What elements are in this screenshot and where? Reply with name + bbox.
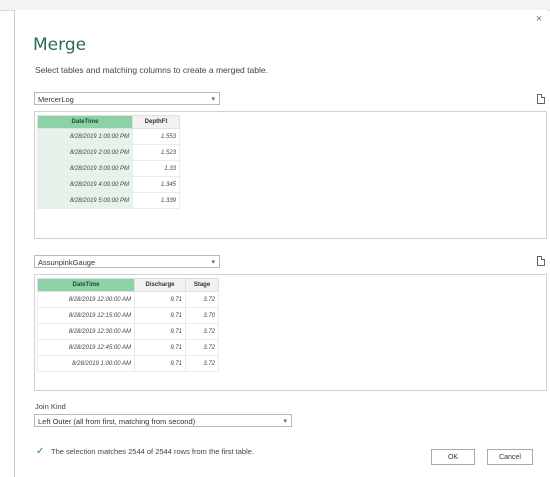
- cell-depthft: 1.33: [132, 160, 180, 177]
- cell-depthft: 1.339: [132, 192, 180, 209]
- join-kind-dropdown[interactable]: Left Outer (all from first, matching fro…: [34, 414, 292, 427]
- cell-datetime: 8/28/2019 4:00:00 PM: [37, 176, 133, 193]
- cell-stage: 3.72: [185, 291, 219, 308]
- cell-stage: 3.70: [185, 307, 219, 324]
- join-kind-selected: Left Outer (all from first, matching fro…: [38, 417, 196, 426]
- table-row[interactable]: 8/28/2019 2:00:00 PM 1.523: [37, 144, 180, 161]
- first-table-dropdown[interactable]: MercerLog ▾: [34, 92, 220, 105]
- first-table-grid: DateTime DepthFt 8/28/2019 1:00:00 PM 1.5…: [37, 115, 180, 209]
- table-row[interactable]: 8/28/2019 12:00:00 AM 9.71 3.72: [37, 291, 219, 308]
- column-header-stage[interactable]: Stage: [185, 278, 219, 292]
- first-table-preview: DateTime DepthFt 8/28/2019 1:00:00 PM 1.5…: [34, 111, 547, 239]
- table-row[interactable]: 8/28/2019 12:15:00 AM 9.71 3.70: [37, 307, 219, 324]
- column-header-discharge[interactable]: Discharge: [134, 278, 186, 292]
- document-icon[interactable]: [537, 94, 545, 104]
- cell-depthft: 1.553: [132, 128, 180, 145]
- cell-discharge: 9.71: [134, 323, 186, 340]
- table-row[interactable]: 8/28/2019 12:45:00 AM 9.71 3.72: [37, 339, 219, 356]
- cell-stage: 3.72: [185, 339, 219, 356]
- document-icon[interactable]: [537, 256, 545, 266]
- cell-stage: 3.72: [185, 355, 219, 372]
- table-row[interactable]: 8/28/2019 4:00:00 PM 1.345: [37, 176, 180, 193]
- cell-datetime: 8/28/2019 12:45:00 AM: [37, 339, 135, 356]
- table-row[interactable]: 8/28/2019 1:00:00 AM 9.71 3.72: [37, 355, 219, 372]
- table-row[interactable]: 8/28/2019 12:30:00 AM 9.71 3.72: [37, 323, 219, 340]
- cell-datetime: 8/28/2019 5:00:00 PM: [37, 192, 133, 209]
- cell-datetime: 8/28/2019 3:00:00 PM: [37, 160, 133, 177]
- cancel-button[interactable]: Cancel: [487, 449, 533, 465]
- first-table-selected: MercerLog: [38, 95, 74, 104]
- merge-dialog: × Merge Select tables and matching colum…: [14, 10, 547, 477]
- dialog-title: Merge: [33, 35, 87, 55]
- cell-datetime: 8/28/2019 2:00:00 PM: [37, 144, 133, 161]
- cell-datetime: 8/28/2019 1:00:00 AM: [37, 355, 135, 372]
- cell-depthft: 1.345: [132, 176, 180, 193]
- cell-datetime: 8/28/2019 1:00:00 PM: [37, 128, 133, 145]
- table-row[interactable]: 8/28/2019 1:00:00 PM 1.553: [37, 128, 180, 145]
- close-icon[interactable]: ×: [533, 13, 545, 25]
- second-table-preview: DateTime Discharge Stage 8/28/2019 12:00…: [34, 274, 547, 391]
- match-status-text: The selection matches 2544 of 2544 rows …: [51, 447, 255, 456]
- second-table-dropdown[interactable]: AssunpinkGauge ▾: [34, 255, 220, 268]
- chevron-down-icon: ▾: [283, 418, 287, 425]
- cell-discharge: 9.71: [134, 339, 186, 356]
- column-header-datetime[interactable]: DateTime: [37, 278, 135, 292]
- column-header-depthft[interactable]: DepthFt: [132, 115, 180, 129]
- checkmark-icon: ✓: [36, 446, 45, 457]
- ok-button[interactable]: OK: [431, 449, 475, 465]
- dialog-subtitle: Select tables and matching columns to cr…: [35, 65, 268, 75]
- second-table-selected: AssunpinkGauge: [38, 258, 96, 267]
- cell-datetime: 8/28/2019 12:30:00 AM: [37, 323, 135, 340]
- cell-discharge: 9.71: [134, 355, 186, 372]
- header-row: DateTime Discharge Stage: [37, 278, 219, 292]
- cell-stage: 3.72: [185, 323, 219, 340]
- table-row[interactable]: 8/28/2019 5:00:00 PM 1.339: [37, 192, 180, 209]
- table-row[interactable]: 8/28/2019 3:00:00 PM 1.33: [37, 160, 180, 177]
- column-header-datetime[interactable]: DateTime: [37, 115, 133, 129]
- join-kind-label: Join Kind: [35, 402, 66, 411]
- cell-datetime: 8/28/2019 12:00:00 AM: [37, 291, 135, 308]
- chevron-down-icon: ▾: [211, 96, 215, 103]
- cell-discharge: 9.71: [134, 291, 186, 308]
- cell-depthft: 1.523: [132, 144, 180, 161]
- cell-discharge: 9.71: [134, 307, 186, 324]
- chevron-down-icon: ▾: [211, 259, 215, 266]
- cell-datetime: 8/28/2019 12:15:00 AM: [37, 307, 135, 324]
- header-row: DateTime DepthFt: [37, 115, 180, 129]
- second-table-grid: DateTime Discharge Stage 8/28/2019 12:00…: [37, 278, 219, 372]
